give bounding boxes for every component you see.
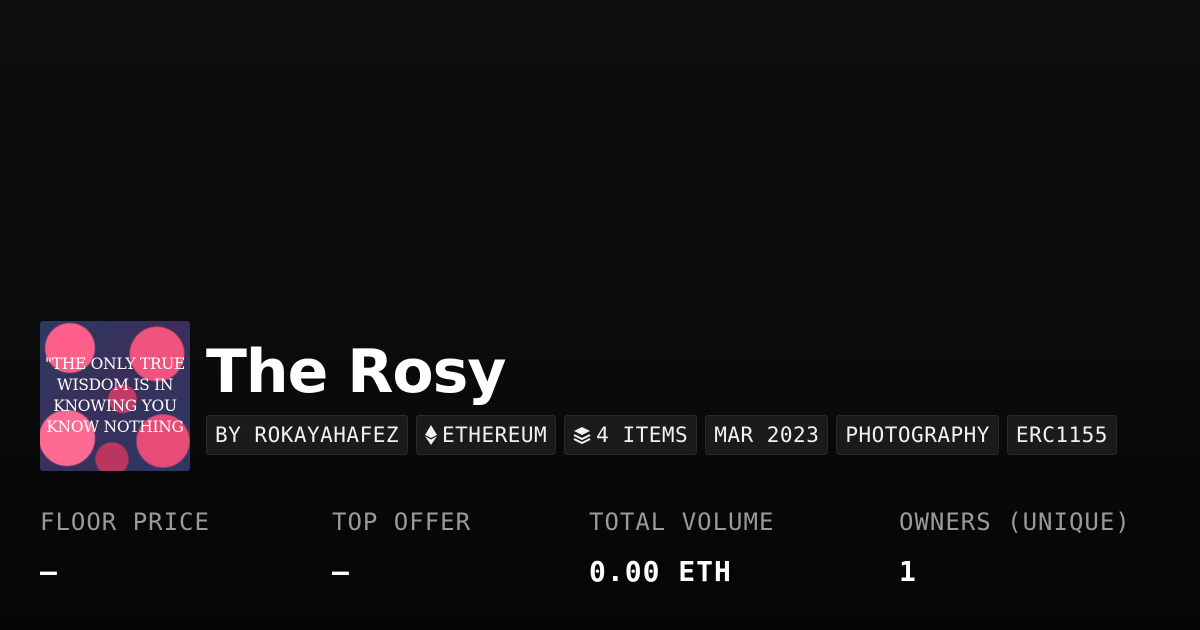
collection-title: The Rosy (206, 337, 506, 407)
chain-tag: ETHEREUM (416, 415, 557, 455)
collection-thumbnail: "THE ONLY TRUE WISDOM IS IN KNOWING YOU … (40, 321, 190, 471)
standard-tag-label: ERC1155 (1015, 423, 1108, 447)
total-volume-label: TOTAL VOLUME (589, 508, 775, 536)
floor-price-label: FLOOR PRICE (40, 508, 210, 536)
thumbnail-quote-text: "THE ONLY TRUE WISDOM IS IN KNOWING YOU … (44, 355, 186, 436)
collection-tags: BY ROKAYAHAFEZ ETHEREUM 4 ITEMS MAR 2023… (206, 415, 1117, 455)
creator-tag-label: BY ROKAYAHAFEZ (215, 423, 400, 447)
collection-share-card: "THE ONLY TRUE WISDOM IS IN KNOWING YOU … (0, 0, 1200, 630)
layers-icon (573, 426, 591, 444)
items-tag: 4 ITEMS (564, 415, 698, 455)
category-tag: PHOTOGRAPHY (836, 415, 999, 455)
stat-owners: OWNERS (UNIQUE) 1 (899, 505, 1131, 589)
stat-floor-price: FLOOR PRICE – (40, 505, 210, 589)
floor-price-value: – (40, 555, 58, 588)
top-offer-value: – (332, 555, 350, 588)
items-tag-label: 4 ITEMS (596, 423, 689, 447)
owners-value: 1 (899, 555, 917, 588)
total-volume-value: 0.00 ETH (589, 555, 732, 588)
stat-top-offer: TOP OFFER – (332, 505, 471, 589)
chain-tag-label: ETHEREUM (442, 423, 548, 447)
category-tag-label: PHOTOGRAPHY (845, 423, 990, 447)
date-tag: MAR 2023 (705, 415, 829, 455)
owners-label: OWNERS (UNIQUE) (899, 508, 1131, 536)
standard-tag: ERC1155 (1006, 415, 1117, 455)
date-tag-label: MAR 2023 (714, 423, 820, 447)
ethereum-icon (425, 425, 438, 445)
stat-total-volume: TOTAL VOLUME 0.00 ETH (589, 505, 774, 589)
creator-tag[interactable]: BY ROKAYAHAFEZ (206, 415, 409, 455)
top-offer-label: TOP OFFER (332, 508, 472, 536)
